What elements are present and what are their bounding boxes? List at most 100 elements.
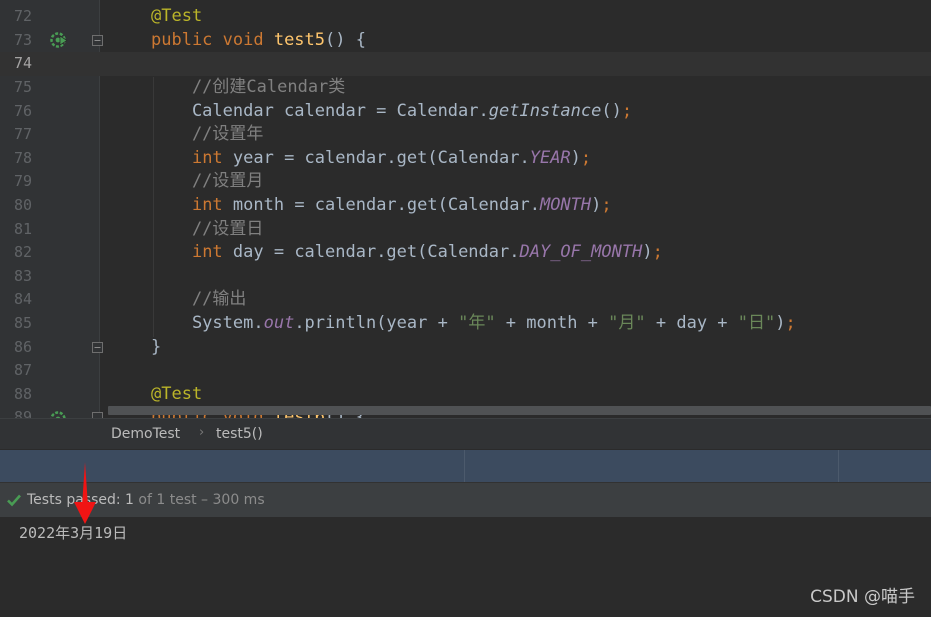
code-line[interactable]: 82 int day = calendar.get(Calendar.DAY_O… xyxy=(0,241,931,265)
line-number: 85 xyxy=(13,314,32,332)
code-token: test5 xyxy=(273,29,326,50)
line-number: 89 xyxy=(13,408,32,418)
code-token: System. xyxy=(151,313,264,333)
code-text: System.out.println(year + "年" + month + … xyxy=(151,312,796,336)
line-number: 83 xyxy=(13,266,32,285)
code-text: //设置月 xyxy=(151,170,263,194)
code-line[interactable]: 87 xyxy=(0,359,931,383)
line-number: 80 xyxy=(13,196,32,214)
console-output-panel[interactable]: 2022年3月19日 xyxy=(0,517,931,617)
line-number: 81 xyxy=(13,219,32,238)
code-token: getInstance xyxy=(488,100,602,121)
horizontal-scrollbar[interactable] xyxy=(108,406,931,415)
code-token: @Test xyxy=(151,6,203,27)
code-text: @Test xyxy=(151,383,202,407)
code-line[interactable]: 79 //设置月 xyxy=(0,170,931,194)
line-number: 84 xyxy=(13,290,32,309)
code-text: int month = calendar.get(Calendar.MONTH)… xyxy=(151,194,612,218)
code-token: DAY_OF_MONTH xyxy=(519,242,643,263)
code-line[interactable]: 80 int month = calendar.get(Calendar.MON… xyxy=(0,194,931,218)
line-number: 73 xyxy=(13,30,32,49)
code-token: ) xyxy=(642,242,653,263)
code-line[interactable]: 88 @Test xyxy=(0,383,931,407)
line-number: 72 xyxy=(13,7,32,26)
code-token: ; xyxy=(621,100,633,121)
toolbar-divider xyxy=(464,450,465,483)
code-token: + month + xyxy=(495,313,609,333)
run-test-gutter-icon[interactable] xyxy=(50,410,68,418)
code-line[interactable]: 72 @Test xyxy=(0,5,931,29)
status-passed-count: 1 xyxy=(125,492,134,508)
code-token: ; xyxy=(652,242,663,263)
code-token: ) xyxy=(775,313,786,333)
code-line[interactable]: 77 //设置年 xyxy=(0,123,931,147)
code-token: ; xyxy=(601,195,612,215)
code-token: day = calendar.get(Calendar. xyxy=(222,242,520,263)
code-token: } xyxy=(151,336,162,357)
code-text: //设置年 xyxy=(151,123,263,147)
code-line[interactable]: 86} xyxy=(0,336,931,360)
code-token: ; xyxy=(580,147,592,168)
code-text: int year = calendar.get(Calendar.YEAR); xyxy=(151,147,591,171)
code-text: //创建Calendar类 xyxy=(151,76,345,100)
code-token: () xyxy=(601,100,622,121)
run-toolbar xyxy=(0,449,931,483)
line-number: 86 xyxy=(13,337,32,356)
code-line[interactable]: 81 //设置日 xyxy=(0,218,931,242)
code-token: ; xyxy=(785,313,796,333)
breadcrumb: DemoTest › test5() xyxy=(0,418,931,450)
code-token: public void xyxy=(151,29,274,50)
code-line[interactable]: 84 //输出 xyxy=(0,288,931,312)
code-token: ) xyxy=(591,195,602,215)
code-text: Calendar calendar = Calendar.getInstance… xyxy=(151,100,632,124)
breadcrumb-method[interactable]: test5() xyxy=(216,426,263,442)
check-icon xyxy=(7,494,21,507)
code-line[interactable]: 75 //创建Calendar类 xyxy=(0,76,931,100)
code-text: //设置日 xyxy=(151,218,263,242)
code-line[interactable]: 76 Calendar calendar = Calendar.getInsta… xyxy=(0,100,931,124)
code-text: @Test xyxy=(151,5,202,29)
code-token: //输出 xyxy=(151,289,247,310)
code-token: Calendar calendar = Calendar. xyxy=(151,100,489,121)
line-number: 76 xyxy=(13,101,32,120)
code-token: //创建Calendar类 xyxy=(151,77,346,97)
line-number: 74 xyxy=(13,54,32,73)
line-number: 78 xyxy=(13,148,32,167)
test-status-text: Tests passed: 1 of 1 test – 300 ms xyxy=(27,492,265,508)
code-text: } xyxy=(151,336,161,360)
code-token: MONTH xyxy=(539,195,592,215)
code-text: //输出 xyxy=(151,288,246,312)
code-token: ) xyxy=(570,147,581,168)
watermark: CSDN @喵手 xyxy=(810,587,915,607)
code-token: "日" xyxy=(737,313,776,333)
code-editor[interactable]: 72 @Test 73 public void test5() { 74 75 //创建C… xyxy=(0,0,931,418)
fold-marker-icon[interactable] xyxy=(92,35,103,46)
code-line[interactable]: 74 xyxy=(0,52,931,76)
code-token: year = calendar.get(Calendar. xyxy=(222,147,530,168)
toolbar-divider xyxy=(838,450,839,483)
code-token: int xyxy=(191,195,223,215)
code-token: int xyxy=(191,242,223,263)
fold-marker-icon[interactable] xyxy=(92,342,103,353)
run-test-gutter-icon[interactable] xyxy=(50,31,68,49)
breadcrumb-class[interactable]: DemoTest xyxy=(111,426,180,442)
code-token: int xyxy=(191,147,223,168)
code-token: "年" xyxy=(458,313,496,333)
line-number: 77 xyxy=(13,125,32,144)
code-token: () { xyxy=(325,29,366,50)
code-token: YEAR xyxy=(529,147,571,168)
line-number: 75 xyxy=(13,78,32,96)
code-line[interactable]: 78 int year = calendar.get(Calendar.YEAR… xyxy=(0,147,931,171)
code-line[interactable]: 83 xyxy=(0,265,931,289)
code-line[interactable]: 73 public void test5() { xyxy=(0,29,931,53)
code-line[interactable]: 85 System.out.println(year + "年" + month… xyxy=(0,312,931,336)
code-token: month = calendar.get(Calendar. xyxy=(222,195,540,215)
line-number: 79 xyxy=(13,172,32,191)
code-text: int day = calendar.get(Calendar.DAY_OF_M… xyxy=(151,241,663,265)
line-number: 87 xyxy=(13,361,32,380)
code-token: //设置月 xyxy=(151,171,264,192)
breadcrumb-separator: › xyxy=(199,425,205,440)
code-token: //设置年 xyxy=(151,124,264,145)
